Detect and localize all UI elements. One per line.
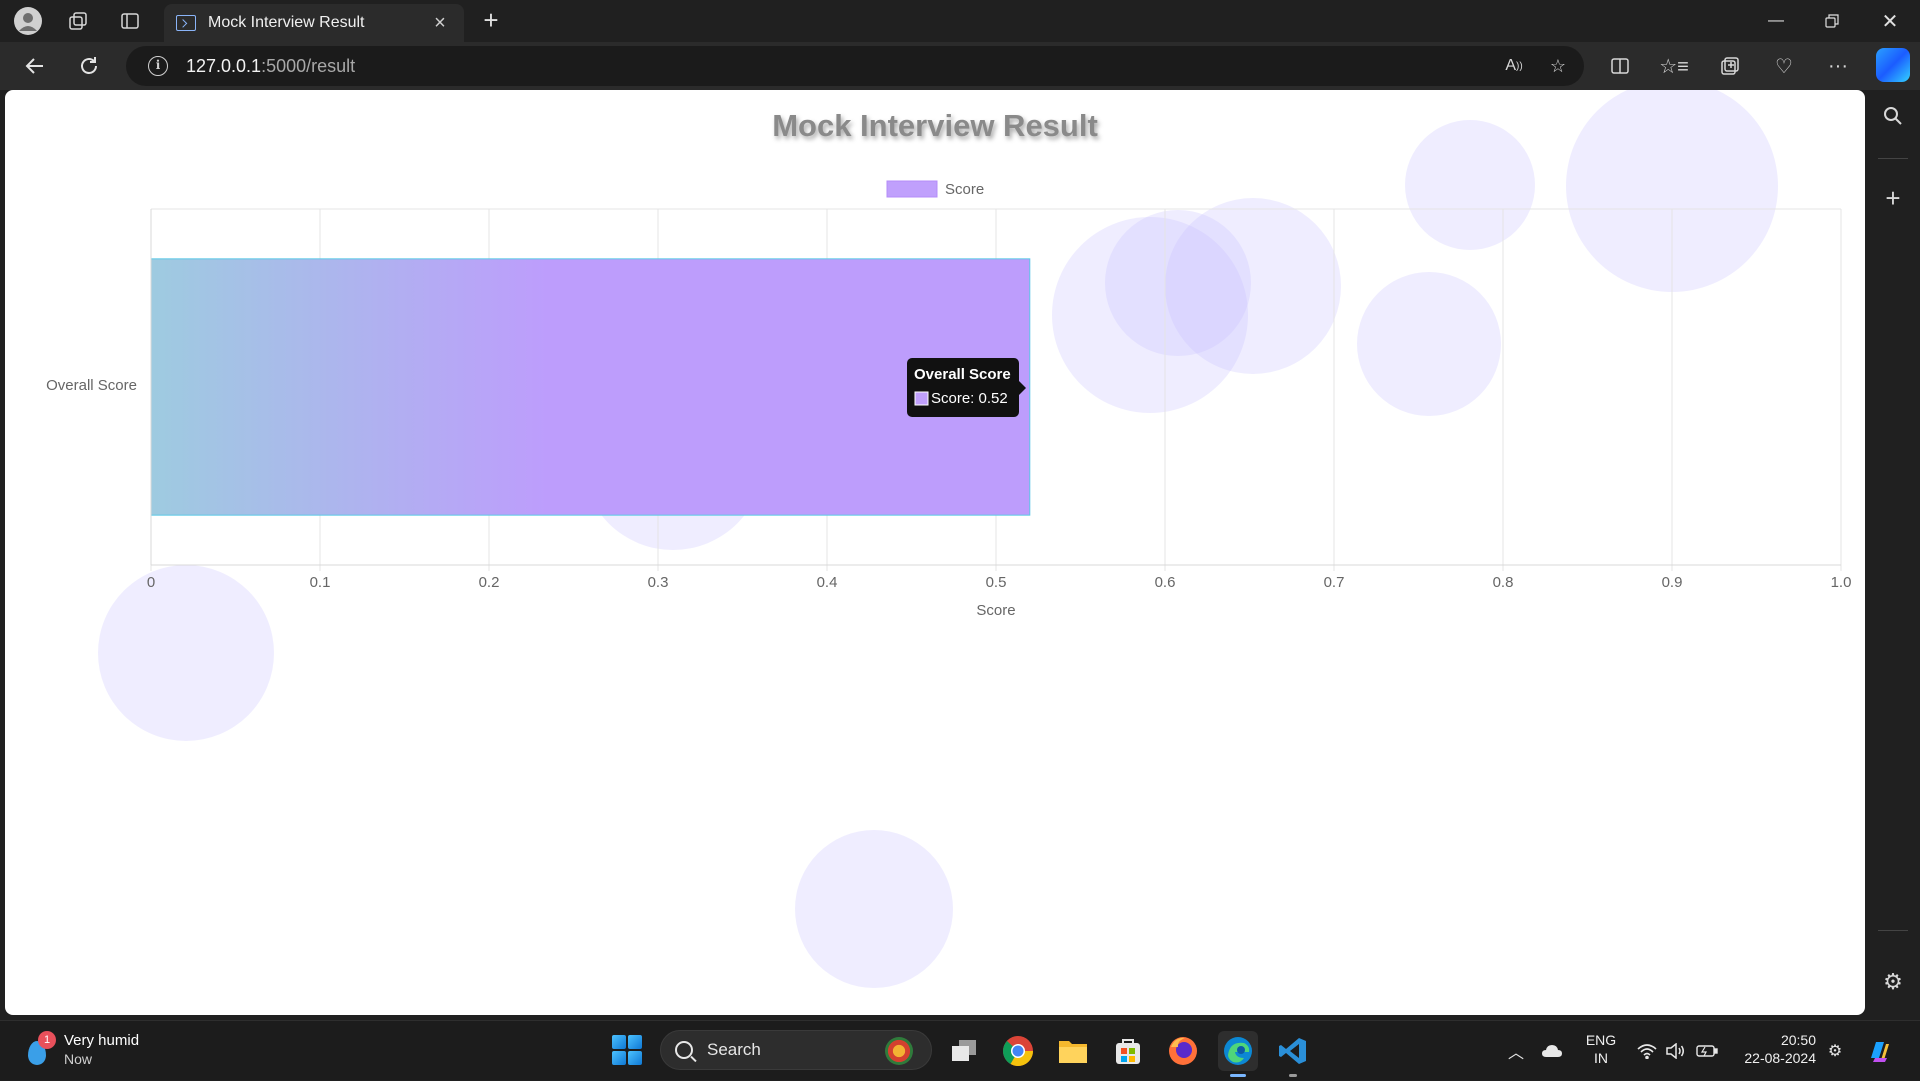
tab-mock-interview-result[interactable]: Mock Interview Result × (164, 4, 464, 42)
new-tab-button[interactable]: + (474, 6, 508, 36)
gear-icon[interactable]: ⚙ (1866, 962, 1920, 1002)
x-tick-label: 1.0 (1831, 574, 1852, 591)
close-window-button[interactable]: ✕ (1862, 0, 1918, 42)
weather-icon: 1 (20, 1031, 56, 1067)
favorite-star-icon[interactable]: ☆ (1542, 51, 1574, 81)
back-button[interactable] (16, 49, 54, 83)
score-chart: 0 0.1 0.2 0.3 0.4 0.5 0.6 0.7 0.8 0.9 1.0 Score Ov… (46, 180, 1852, 619)
volume-icon[interactable] (1662, 1021, 1688, 1081)
tooltip-swatch (914, 391, 929, 406)
x-tick-label: 0.2 (479, 574, 500, 591)
bar-overall-score[interactable] (150, 258, 1031, 516)
address-toolbar: i 127.0.0.1:5000/result A)) ☆ ☆≡ ♡ ··· (0, 42, 1920, 90)
search-icon (675, 1041, 693, 1059)
edge-sidebar: + ⚙ (1866, 90, 1920, 1015)
page-viewport: Mock Interview Result 0 0.1 0.2 0.3 0.4 0.5 0.… (5, 90, 1865, 1015)
url-host: 127.0.0.1 (186, 55, 262, 76)
copilot-taskbar-icon[interactable] (1862, 1021, 1898, 1081)
url-path: :5000/result (261, 55, 356, 76)
file-explorer-icon[interactable] (1053, 1031, 1093, 1071)
x-tick-label: 0.6 (1155, 574, 1176, 591)
x-tick-label: 0.8 (1493, 574, 1514, 591)
workspaces-icon[interactable] (58, 6, 98, 36)
language-code: ENG (1585, 1032, 1617, 1048)
terminal-icon (176, 15, 196, 31)
copilot-icon[interactable] (1876, 48, 1910, 82)
taskbar-search[interactable]: Search (660, 1030, 932, 1070)
clock-date: 22-08-2024 (1744, 1050, 1816, 1066)
sidebar-divider (1878, 930, 1908, 931)
battery-icon[interactable] (1694, 1021, 1720, 1081)
legend-swatch-score[interactable] (886, 180, 938, 198)
vscode-icon[interactable] (1273, 1031, 1313, 1077)
chart-tooltip: Overall Score Score: 0.52 (907, 358, 1026, 417)
split-screen-icon[interactable] (1600, 49, 1640, 83)
x-tick-label: 0.3 (648, 574, 669, 591)
weather-title: Very humid (64, 1031, 140, 1049)
firefox-icon[interactable] (1163, 1031, 1203, 1071)
vertical-tabs-icon[interactable] (110, 6, 150, 36)
search-label: Search (707, 1040, 761, 1059)
category-label: Overall Score (46, 377, 137, 394)
notification-badge: 1 (38, 1031, 56, 1049)
x-tick-label: 0.4 (817, 574, 838, 591)
legend-label-score[interactable]: Score (945, 181, 984, 198)
x-axis-title: Score (976, 602, 1015, 619)
region-code: IN (1594, 1050, 1608, 1066)
more-options-icon[interactable]: ··· (1818, 49, 1858, 83)
x-tick-label: 0 (147, 574, 155, 591)
clock-time: 20:50 (1780, 1032, 1816, 1048)
search-highlight-icon (885, 1037, 913, 1065)
start-button[interactable] (612, 1035, 642, 1065)
collections-icon[interactable] (1710, 49, 1750, 83)
notification-settings-icon[interactable]: ⚙ (1822, 1021, 1848, 1081)
close-icon[interactable]: × (428, 12, 452, 35)
address-bar[interactable]: i 127.0.0.1:5000/result A)) ☆ (126, 46, 1584, 86)
input-language[interactable]: ENG IN (1584, 1031, 1618, 1067)
tooltip-title: Overall Score (914, 366, 1011, 383)
favorites-icon[interactable]: ☆≡ (1654, 49, 1694, 83)
edge-icon[interactable] (1218, 1031, 1258, 1077)
x-tick-label: 0.9 (1662, 574, 1683, 591)
sidebar-divider (1878, 158, 1908, 159)
site-info-icon[interactable]: i (148, 56, 168, 76)
wifi-icon[interactable] (1634, 1021, 1660, 1081)
weather-subtitle: Now (64, 1050, 93, 1067)
x-tick-label: 0.7 (1324, 574, 1345, 591)
browser-tab-bar: Mock Interview Result × + — ✕ (0, 0, 1920, 42)
read-aloud-icon[interactable]: A)) (1498, 51, 1530, 81)
microsoft-store-icon[interactable] (1108, 1031, 1148, 1071)
system-clock[interactable]: 20:50 22-08-2024 (1730, 1031, 1816, 1067)
running-app-indicator (1289, 1074, 1297, 1077)
show-hidden-icons[interactable]: ︿ (1502, 1021, 1530, 1081)
task-view-icon[interactable] (944, 1031, 984, 1071)
x-tick-label: 0.1 (310, 574, 331, 591)
windows-taskbar: 1 Very humid Now Search ︿ ENG IN 20:50 2… (0, 1020, 1920, 1080)
browser-essentials-icon[interactable]: ♡ (1764, 49, 1804, 83)
refresh-button[interactable] (70, 49, 108, 83)
profile-icon[interactable] (8, 6, 48, 36)
add-icon[interactable]: + (1866, 178, 1920, 218)
minimize-button[interactable]: — (1748, 0, 1804, 42)
active-app-indicator (1230, 1074, 1246, 1077)
tooltip-label: Score: 0.52 (931, 390, 1008, 407)
restore-button[interactable] (1804, 0, 1860, 42)
x-tick-label: 0.5 (986, 574, 1007, 591)
chrome-icon[interactable] (998, 1031, 1038, 1071)
tab-title: Mock Interview Result (208, 14, 365, 31)
search-icon[interactable] (1866, 96, 1920, 136)
weather-widget[interactable]: 1 Very humid Now (20, 1031, 139, 1067)
onedrive-icon[interactable] (1538, 1021, 1566, 1081)
